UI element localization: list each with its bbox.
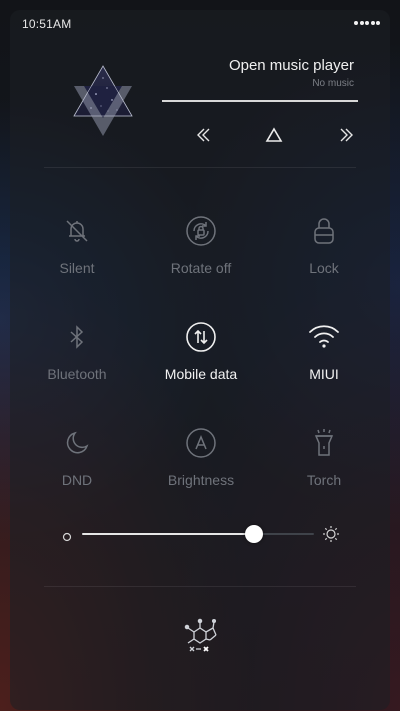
album-art[interactable] <box>72 64 134 136</box>
double-chevron-right-icon[interactable] <box>335 124 357 146</box>
toggle-wifi[interactable]: MIUI <box>269 320 379 400</box>
wifi-icon <box>307 320 341 354</box>
toggle-rotate[interactable]: Rotate off <box>146 214 256 294</box>
brightness-fill <box>82 533 254 535</box>
mobile-data-icon <box>184 320 218 354</box>
music-widget: Open music player No music <box>0 40 400 166</box>
toggle-label: Brightness <box>167 472 235 488</box>
triangle-play-icon[interactable] <box>263 124 285 146</box>
auto-brightness-icon <box>184 426 218 460</box>
status-time: 10:51AM <box>22 17 72 31</box>
settings-molecule-icon[interactable] <box>180 614 222 658</box>
toggle-label: Lock <box>309 260 339 276</box>
moon-icon <box>60 426 94 460</box>
control-center-screen: 10:51AM Open music player No music Silen… <box>0 0 400 711</box>
toggle-label: MIUI <box>309 366 339 382</box>
toggle-mobile-data[interactable]: Mobile data <box>146 320 256 400</box>
brightness-slider <box>58 520 348 548</box>
brightness-low-icon <box>62 529 72 542</box>
status-bar: 10:51AM <box>0 0 400 36</box>
toggle-label: Rotate off <box>170 260 232 276</box>
bell-off-icon <box>60 214 94 248</box>
toggle-silent[interactable]: Silent <box>22 214 132 294</box>
toggle-bluetooth[interactable]: Bluetooth <box>22 320 132 400</box>
toggle-dnd[interactable]: DND <box>22 426 132 506</box>
toggle-label: Silent <box>59 260 95 276</box>
rotate-lock-icon <box>184 214 218 248</box>
brightness-high-icon <box>322 525 340 543</box>
bluetooth-icon <box>60 320 94 354</box>
double-chevron-left-icon[interactable] <box>193 124 215 146</box>
divider <box>44 167 356 168</box>
music-progress-bar <box>162 100 358 102</box>
toggle-label: Mobile data <box>164 366 238 382</box>
music-title[interactable]: Open music player <box>229 57 354 74</box>
toggle-label: Torch <box>306 472 342 488</box>
flashlight-icon <box>307 426 341 460</box>
signal-strength-icon <box>354 21 380 25</box>
brightness-thumb[interactable] <box>244 525 263 543</box>
brightness-track[interactable] <box>82 525 314 543</box>
toggle-brightness[interactable]: Brightness <box>146 426 256 506</box>
toggle-torch[interactable]: Torch <box>269 426 379 506</box>
toggle-label: DND <box>61 472 93 488</box>
divider <box>44 586 356 587</box>
toggle-lock[interactable]: Lock <box>269 214 379 294</box>
music-subtitle: No music <box>312 78 354 89</box>
toggle-label: Bluetooth <box>47 366 107 382</box>
lock-icon <box>307 214 341 248</box>
